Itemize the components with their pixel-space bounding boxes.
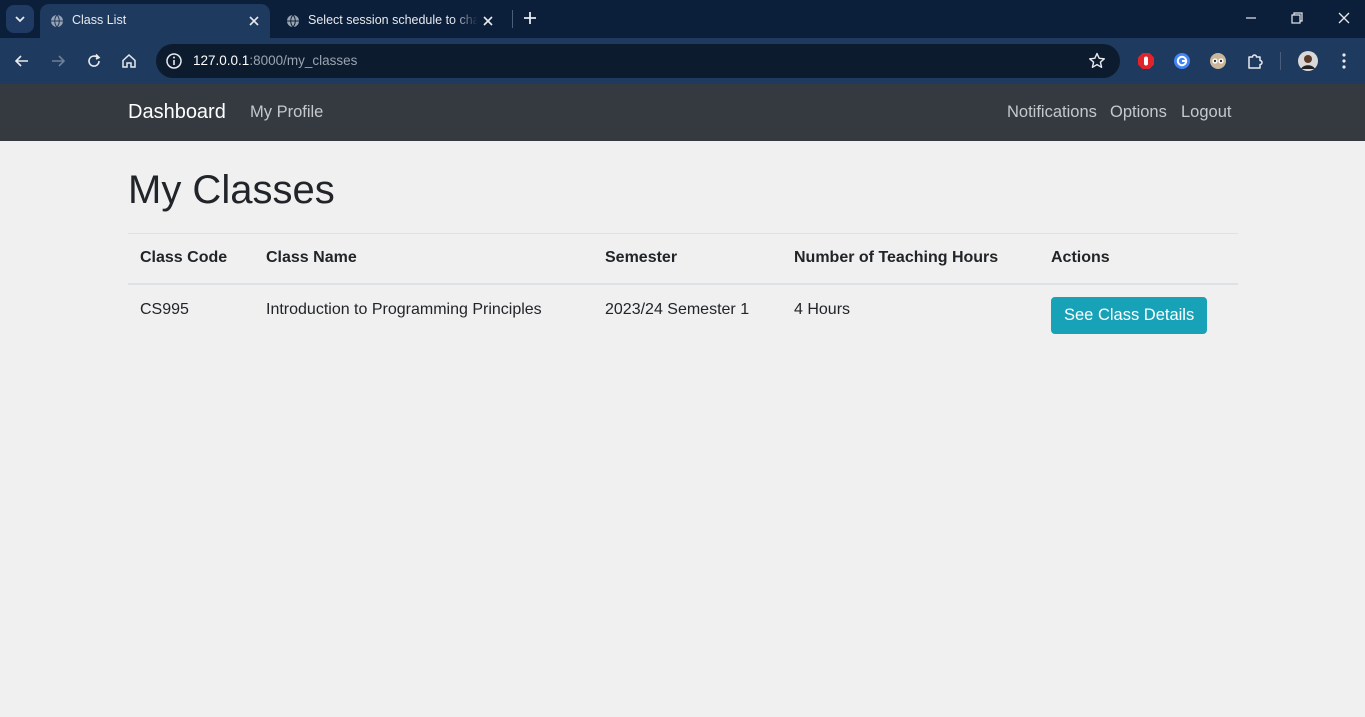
header-class-name: Class Name <box>254 233 593 285</box>
forward-button[interactable] <box>47 50 69 72</box>
tab-class-list[interactable]: Class List <box>40 4 270 38</box>
extensions-button[interactable] <box>1245 51 1265 71</box>
tab-session-schedule[interactable]: Select session schedule to change <box>276 4 504 38</box>
home-button[interactable] <box>118 50 140 72</box>
table-header-row: Class Code Class Name Semester Number of… <box>128 233 1238 285</box>
close-tab-icon[interactable] <box>246 13 262 29</box>
cell-actions: See Class Details <box>1039 284 1238 334</box>
classes-table: Class Code Class Name Semester Number of… <box>128 233 1238 334</box>
globe-icon <box>51 14 63 28</box>
avatar <box>1298 51 1318 71</box>
close-window-button[interactable] <box>1334 8 1354 28</box>
brand-dashboard-link[interactable]: Dashboard <box>128 101 226 124</box>
nav-my-profile[interactable]: My Profile <box>250 103 323 122</box>
tab-title: Select session schedule to change <box>308 13 478 27</box>
tab-divider <box>512 10 513 28</box>
url-path: :8000/my_classes <box>249 53 358 68</box>
minimize-icon <box>1246 17 1256 19</box>
stop-hand-icon <box>1138 53 1154 69</box>
url-host: 127.0.0.1 <box>193 53 250 68</box>
bookmark-star-icon[interactable] <box>1088 52 1106 70</box>
see-class-details-button[interactable]: See Class Details <box>1051 296 1208 334</box>
header-teaching-hours: Number of Teaching Hours <box>782 233 1039 285</box>
table-row: CS995 Introduction to Programming Princi… <box>128 284 1238 334</box>
tab-title: Class List <box>72 13 127 27</box>
back-button[interactable] <box>11 50 33 72</box>
new-tab-button[interactable] <box>520 8 540 28</box>
globe-icon <box>287 14 299 28</box>
header-class-code: Class Code <box>128 233 254 285</box>
restore-button[interactable] <box>1287 8 1307 28</box>
header-semester: Semester <box>593 233 782 285</box>
g-logo-icon <box>1174 53 1190 69</box>
arrow-left-icon <box>14 55 28 67</box>
extension-blue-g[interactable] <box>1172 51 1192 71</box>
owl-icon <box>1210 53 1226 69</box>
restore-icon <box>1291 12 1303 24</box>
site-navbar: Dashboard My Profile Notifications Optio… <box>0 84 1365 141</box>
nav-notifications[interactable]: Notifications <box>1007 103 1097 122</box>
reload-icon <box>88 53 101 67</box>
reload-button[interactable] <box>83 50 105 72</box>
cell-teaching-hours: 4 Hours <box>794 300 851 318</box>
cell-class-name: Introduction to Programming Principles <box>266 300 542 318</box>
cell-class-code: CS995 <box>140 300 189 318</box>
arrow-right-icon <box>52 55 66 67</box>
puzzle-icon <box>1248 54 1263 69</box>
browser-tab-strip: Class List Select session schedule to ch… <box>0 0 1365 38</box>
browser-toolbar: 127.0.0.1:8000/my_classes <box>0 38 1365 84</box>
profile-button[interactable] <box>1298 51 1318 71</box>
extension-owl[interactable] <box>1208 51 1228 71</box>
url-text: 127.0.0.1:8000/my_classes <box>193 53 357 68</box>
chevron-down-icon <box>15 16 25 23</box>
page-title: My Classes <box>128 168 335 212</box>
plus-icon <box>524 12 536 24</box>
kebab-menu-icon <box>1342 53 1346 69</box>
toolbar-divider <box>1280 52 1281 70</box>
chrome-menu-button[interactable] <box>1334 51 1354 71</box>
close-icon <box>1338 12 1350 24</box>
home-icon <box>122 53 136 68</box>
nav-logout[interactable]: Logout <box>1181 103 1231 122</box>
header-actions: Actions <box>1039 233 1238 285</box>
tab-search-button[interactable] <box>6 5 34 33</box>
minimize-button[interactable] <box>1241 8 1261 28</box>
close-tab-icon[interactable] <box>480 13 496 29</box>
nav-options[interactable]: Options <box>1110 103 1167 122</box>
address-bar[interactable]: 127.0.0.1:8000/my_classes <box>156 44 1120 78</box>
cell-semester: 2023/24 Semester 1 <box>605 300 750 318</box>
extension-red-hand[interactable] <box>1136 51 1156 71</box>
info-icon[interactable] <box>164 51 184 71</box>
